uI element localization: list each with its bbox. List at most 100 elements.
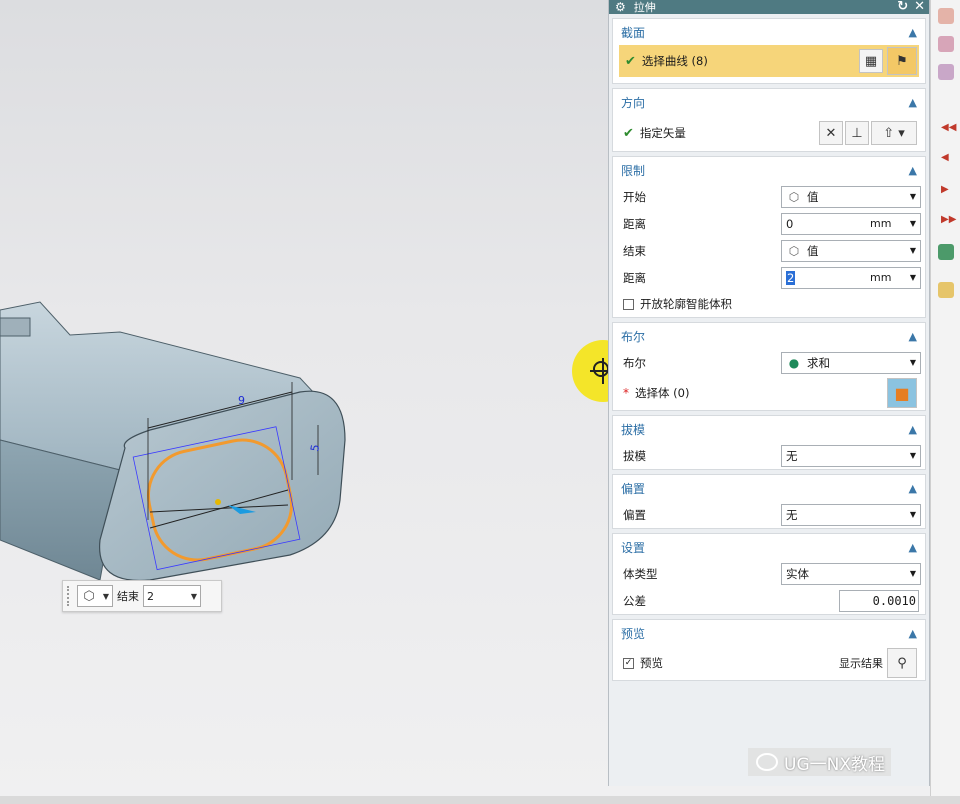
section-header[interactable]: 截面 ▲ — [613, 19, 925, 45]
end-row: 结束 ⬡ 值 ▼ — [613, 237, 925, 264]
dialog-title-bar[interactable]: ⚙ 拉伸 ↻ ✕ — [609, 0, 929, 14]
close-icon[interactable]: ✕ — [914, 0, 925, 14]
cube-icon: ⬡ — [788, 189, 800, 204]
show-result-label: 显示结果 — [839, 657, 883, 670]
vector-dialog-icon[interactable]: ⊥ — [845, 121, 869, 145]
rewind-icon[interactable]: ◀◀ — [941, 122, 956, 133]
body-type-dropdown[interactable]: 实体 ▼ — [781, 562, 921, 585]
direction-group: 方向 ▲ ✔ 指定矢量 ✕ ⊥ ⇧ ▾ — [612, 88, 926, 152]
settings-header[interactable]: 设置 ▲ — [613, 534, 925, 560]
model-view[interactable]: 9 5 — [0, 0, 608, 804]
collapse-icon[interactable]: ▲ — [909, 26, 917, 39]
preview-header[interactable]: 预览 ▲ — [613, 620, 925, 646]
gear-icon[interactable]: ⚙ — [615, 0, 626, 14]
end-label: 结束 — [117, 590, 139, 603]
offset-group: 偏置 ▲ 偏置 无 ▼ — [612, 474, 926, 529]
preview-label: 预览 — [640, 656, 663, 670]
start-distance-row: 距离 0 mm ▼ — [613, 210, 925, 237]
reset-icon[interactable]: ↻ — [897, 0, 908, 14]
draft-group: 拔模 ▲ 拔模 无 ▼ — [612, 415, 926, 470]
assembly-navigator-icon[interactable] — [938, 36, 954, 52]
center-point — [215, 499, 221, 505]
status-strip — [0, 796, 960, 804]
extrude-dialog: ⚙ 拉伸 ↻ ✕ 截面 ▲ ✔ 选择曲线 (8) ▦ ⚑ 方向 ▲ ✔ 指定矢量… — [608, 0, 930, 786]
boolean-group: 布尔 ▲ 布尔 ● 求和 ▼ * 选择体 (0) ■ — [612, 322, 926, 411]
part-slot — [0, 317, 31, 337]
open-profile-checkbox[interactable] — [623, 298, 634, 310]
boolean-header[interactable]: 布尔 ▲ — [613, 323, 925, 349]
chevron-down-icon: ▼ — [909, 510, 917, 519]
vector-type-dropdown[interactable]: ⇧ ▾ — [871, 121, 917, 145]
wechat-logo-icon — [756, 753, 778, 771]
end-distance-row: 距离 2 mm ▼ — [613, 264, 925, 291]
magnifier-icon[interactable]: ⚲ — [887, 648, 917, 678]
draft-header[interactable]: 拔模 ▲ — [613, 416, 925, 442]
play-icon[interactable]: ▶ — [941, 184, 949, 195]
resource-bar: ◀◀ ◀ ▶ ▶▶ — [930, 0, 960, 804]
history-icon[interactable] — [938, 244, 954, 260]
section-group: 截面 ▲ ✔ 选择曲线 (8) ▦ ⚑ — [612, 18, 926, 84]
collapse-icon[interactable]: ▲ — [909, 96, 917, 109]
collapse-icon[interactable]: ▲ — [909, 423, 917, 436]
select-body-cube-icon[interactable]: ■ — [887, 378, 917, 408]
chevron-down-icon: ▼ — [102, 591, 110, 601]
chevron-down-icon: ▼ — [909, 358, 917, 367]
direction-header[interactable]: 方向 ▲ — [613, 89, 925, 115]
collapse-icon[interactable]: ▲ — [909, 164, 917, 177]
draft-dropdown[interactable]: 无 ▼ — [781, 444, 921, 467]
chevron-down-icon[interactable]: ▼ — [906, 273, 920, 282]
chevron-down-icon: ▼ — [190, 591, 198, 601]
start-row: 开始 ⬡ 值 ▼ — [613, 183, 925, 210]
drag-grip-icon[interactable] — [67, 586, 73, 606]
chevron-down-icon: ▼ — [909, 569, 917, 578]
cube-icon: ⬡ — [788, 243, 800, 258]
specify-vector-row: ✔ 指定矢量 ✕ ⊥ ⇧ ▾ — [613, 115, 925, 151]
end-distance-input[interactable]: 2 mm ▼ — [781, 266, 921, 289]
check-icon: ✔ — [625, 53, 636, 69]
select-body-label: 选择体 (0) — [635, 386, 690, 400]
limits-header[interactable]: 限制 ▲ — [613, 157, 925, 183]
end-value-field[interactable]: 2 ▼ — [143, 585, 201, 607]
constraint-navigator-icon[interactable] — [938, 64, 954, 80]
select-curve-row[interactable]: ✔ 选择曲线 (8) ▦ ⚑ — [619, 45, 919, 77]
roles-icon[interactable] — [938, 282, 954, 298]
curve-select-button[interactable]: ⚑ — [887, 47, 917, 75]
limit-type-dropdown[interactable]: ⬡ ▼ — [77, 585, 113, 607]
open-profile-label: 开放轮廓智能体积 — [640, 297, 732, 311]
select-curve-label: 选择曲线 (8) — [641, 54, 708, 68]
part-navigator-icon[interactable] — [938, 8, 954, 24]
start-distance-input[interactable]: 0 mm ▼ — [781, 212, 921, 235]
specify-vector-label: 指定矢量 — [639, 126, 686, 140]
tolerance-row: 公差 0.0010 — [613, 587, 925, 614]
offset-dropdown[interactable]: 无 ▼ — [781, 503, 921, 526]
reverse-direction-icon[interactable]: ✕ — [819, 121, 843, 145]
body-type-row: 体类型 实体 ▼ — [613, 560, 925, 587]
watermark-text: UG一NX教程 — [784, 754, 885, 775]
collapse-icon[interactable]: ▲ — [909, 482, 917, 495]
tolerance-input[interactable]: 0.0010 — [839, 589, 919, 612]
start-dropdown[interactable]: ⬡ 值 ▼ — [781, 185, 921, 208]
collapse-icon[interactable]: ▲ — [909, 627, 917, 640]
chevron-down-icon: ▼ — [909, 246, 917, 255]
collapse-icon[interactable]: ▲ — [909, 330, 917, 343]
preview-group: 预览 ▲ ✓ 预览 显示结果 ⚲ — [612, 619, 926, 681]
limits-group: 限制 ▲ 开始 ⬡ 值 ▼ 距离 0 mm ▼ 结束 ⬡ 值 ▼ 距离 2 mm… — [612, 156, 926, 318]
step-back-icon[interactable]: ◀ — [941, 152, 949, 163]
draft-row: 拔模 无 ▼ — [613, 442, 925, 469]
chevron-down-icon[interactable]: ▼ — [906, 219, 920, 228]
settings-group: 设置 ▲ 体类型 实体 ▼ 公差 0.0010 — [612, 533, 926, 615]
graphics-viewport[interactable]: 9 5 ⬡ ▼ 结束 2 ▼ — [0, 0, 634, 804]
check-icon: ✔ — [623, 125, 634, 141]
preview-checkbox[interactable]: ✓ — [623, 657, 634, 669]
offset-row: 偏置 无 ▼ — [613, 501, 925, 528]
end-value: 2 — [147, 589, 154, 603]
boolean-row: 布尔 ● 求和 ▼ — [613, 349, 925, 376]
offset-header[interactable]: 偏置 ▲ — [613, 475, 925, 501]
dimension-label-width: 9 — [238, 394, 245, 407]
boolean-dropdown[interactable]: ● 求和 ▼ — [781, 351, 921, 374]
collapse-icon[interactable]: ▲ — [909, 541, 917, 554]
end-dropdown[interactable]: ⬡ 值 ▼ — [781, 239, 921, 262]
fast-forward-icon[interactable]: ▶▶ — [941, 214, 956, 225]
select-body-row: * 选择体 (0) ■ — [613, 376, 925, 410]
sketch-section-button[interactable]: ▦ — [859, 49, 883, 73]
